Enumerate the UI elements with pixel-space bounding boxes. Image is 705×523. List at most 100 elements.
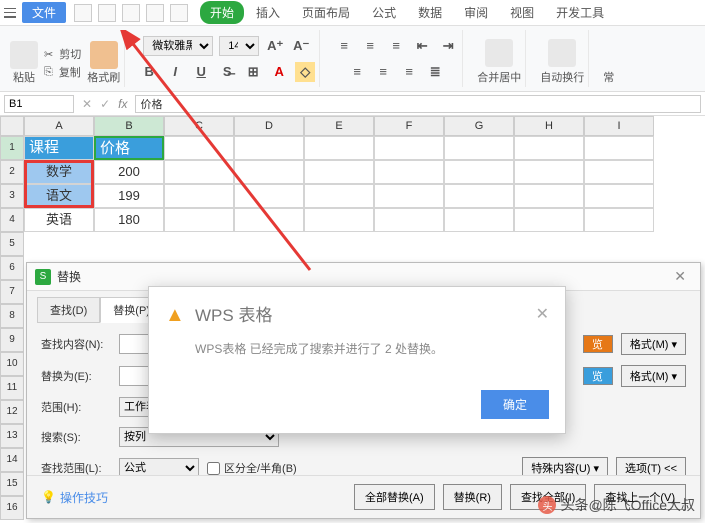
align-left-icon[interactable]: ≡ [347, 62, 367, 82]
cell-C1[interactable] [164, 136, 234, 160]
cell-E4[interactable] [304, 208, 374, 232]
cell-C2[interactable] [164, 160, 234, 184]
tab-layout[interactable]: 页面布局 [292, 1, 360, 24]
cell-B1[interactable]: 价格 [94, 136, 164, 160]
row-12[interactable]: 12 [0, 400, 24, 424]
col-I[interactable]: I [584, 116, 654, 136]
cell-C3[interactable] [164, 184, 234, 208]
row-3[interactable]: 3 [0, 184, 24, 208]
cell-H2[interactable] [514, 160, 584, 184]
cell-F3[interactable] [374, 184, 444, 208]
row-13[interactable]: 13 [0, 424, 24, 448]
indent-dec-icon[interactable]: ⇤ [412, 36, 432, 56]
size-selector[interactable]: 14 [219, 36, 259, 56]
row-11[interactable]: 11 [0, 376, 24, 400]
col-H[interactable]: H [514, 116, 584, 136]
cell-I3[interactable] [584, 184, 654, 208]
col-A[interactable]: A [24, 116, 94, 136]
merge-icon[interactable] [485, 39, 513, 67]
col-B[interactable]: B [94, 116, 164, 136]
col-E[interactable]: E [304, 116, 374, 136]
cell-H1[interactable] [514, 136, 584, 160]
replace-button[interactable]: 替换(R) [443, 484, 502, 510]
tab-find[interactable]: 查找(D) [37, 297, 100, 323]
cell-I1[interactable] [584, 136, 654, 160]
align-top-icon[interactable]: ≡ [334, 36, 354, 56]
alert-close-icon[interactable]: ✕ [536, 304, 549, 324]
cell-G4[interactable] [444, 208, 514, 232]
replace-all-button[interactable]: 全部替换(A) [354, 484, 435, 510]
row-1[interactable]: 1 [0, 136, 24, 160]
indent-inc-icon[interactable]: ⇥ [438, 36, 458, 56]
cell-D2[interactable] [234, 160, 304, 184]
row-5[interactable]: 5 [0, 232, 24, 256]
cell-A4[interactable]: 英语 [24, 208, 94, 232]
cell-F2[interactable] [374, 160, 444, 184]
paste-icon[interactable] [10, 41, 38, 69]
copy-button[interactable]: ⎘ 复制 [44, 64, 81, 80]
row-8[interactable]: 8 [0, 304, 24, 328]
font-color-button[interactable]: A [269, 62, 289, 82]
cell-B3[interactable]: 199 [94, 184, 164, 208]
row-16[interactable]: 16 [0, 496, 24, 520]
cell-E1[interactable] [304, 136, 374, 160]
qat-undo-icon[interactable] [146, 4, 164, 22]
decrease-font-icon[interactable]: A⁻ [291, 36, 311, 56]
qat-preview-icon[interactable] [122, 4, 140, 22]
name-box[interactable] [4, 95, 74, 113]
cell-D4[interactable] [234, 208, 304, 232]
qat-redo-icon[interactable] [170, 4, 188, 22]
cell-H3[interactable] [514, 184, 584, 208]
col-G[interactable]: G [444, 116, 514, 136]
hamburger-icon[interactable] [4, 8, 16, 18]
confirm-icon[interactable]: ✓ [100, 97, 110, 111]
fx-icon[interactable]: fx [118, 97, 127, 111]
tab-dev[interactable]: 开发工具 [546, 1, 614, 24]
format-painter-icon[interactable] [90, 41, 118, 69]
cell-E3[interactable] [304, 184, 374, 208]
qat-print-icon[interactable] [98, 4, 116, 22]
tab-review[interactable]: 审阅 [454, 1, 498, 24]
cell-A1[interactable]: 课程 [24, 136, 94, 160]
fill-color-button[interactable]: ◇ [295, 62, 315, 82]
dialog-close-icon[interactable]: ✕ [668, 268, 692, 285]
alert-ok-button[interactable]: 确定 [481, 390, 549, 419]
col-F[interactable]: F [374, 116, 444, 136]
col-C[interactable]: C [164, 116, 234, 136]
align-right-icon[interactable]: ≡ [399, 62, 419, 82]
cell-B2[interactable]: 200 [94, 160, 164, 184]
align-mid-icon[interactable]: ≡ [360, 36, 380, 56]
cell-A2[interactable]: 数学 [24, 160, 94, 184]
border-button[interactable]: ⊞ [243, 62, 263, 82]
halfwidth-checkbox[interactable] [207, 462, 220, 475]
cell-F4[interactable] [374, 208, 444, 232]
cell-G2[interactable] [444, 160, 514, 184]
row-15[interactable]: 15 [0, 472, 24, 496]
cell-G3[interactable] [444, 184, 514, 208]
cut-button[interactable]: ✂ 剪切 [44, 46, 81, 62]
col-D[interactable]: D [234, 116, 304, 136]
justify-icon[interactable]: ≣ [425, 62, 445, 82]
tab-insert[interactable]: 插入 [246, 1, 290, 24]
cancel-icon[interactable]: ✕ [82, 97, 92, 111]
row-2[interactable]: 2 [0, 160, 24, 184]
underline-button[interactable]: U [191, 62, 211, 82]
cell-I4[interactable] [584, 208, 654, 232]
cell-I2[interactable] [584, 160, 654, 184]
tab-data[interactable]: 数据 [408, 1, 452, 24]
row-14[interactable]: 14 [0, 448, 24, 472]
tab-start[interactable]: 开始 [200, 1, 244, 24]
increase-font-icon[interactable]: A⁺ [265, 36, 285, 56]
cell-D1[interactable] [234, 136, 304, 160]
cell-H4[interactable] [514, 208, 584, 232]
italic-button[interactable]: I [165, 62, 185, 82]
formula-bar[interactable]: 价格 [135, 95, 701, 113]
strikethrough-button[interactable]: S̶ [217, 62, 237, 82]
select-all-corner[interactable] [0, 116, 24, 136]
cell-F1[interactable] [374, 136, 444, 160]
tab-view[interactable]: 视图 [500, 1, 544, 24]
cell-B4[interactable]: 180 [94, 208, 164, 232]
row-9[interactable]: 9 [0, 328, 24, 352]
replace-format-button[interactable]: 格式(M) ▾ [621, 365, 686, 387]
qat-save-icon[interactable] [74, 4, 92, 22]
